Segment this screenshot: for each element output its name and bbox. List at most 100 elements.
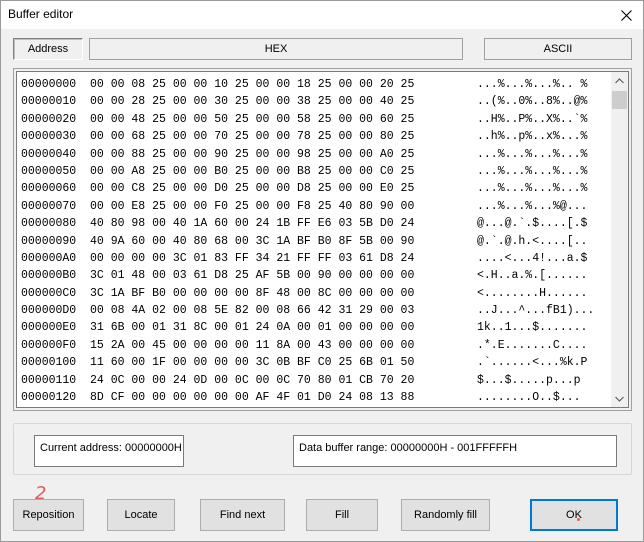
hex-row[interactable]: 000000C0 3C 1A BF B0 00 00 00 00 8F 48 00… bbox=[21, 285, 611, 302]
hex-row-ascii[interactable]: ...%...%...%...% bbox=[477, 163, 587, 180]
hex-row[interactable]: 00000110 24 0C 00 00 24 0D 00 0C 00 0C 70… bbox=[21, 372, 611, 389]
hex-row-ascii[interactable]: ..J...^...fB1)... bbox=[477, 302, 594, 319]
vertical-scrollbar[interactable] bbox=[611, 72, 628, 407]
current-address-field: Current address: 00000000H bbox=[34, 435, 184, 467]
hex-row-address: 00000010 bbox=[21, 95, 77, 109]
hex-row-bytes[interactable]: 31 6B 00 01 31 8C 00 01 24 0A 00 01 00 0… bbox=[90, 319, 477, 336]
hex-row-ascii[interactable]: @.`.@.h.<....[.. bbox=[477, 233, 587, 250]
hex-row[interactable]: 000000E0 31 6B 00 01 31 8C 00 01 24 0A 00… bbox=[21, 319, 611, 336]
hex-row-address: 000000E0 bbox=[21, 321, 77, 335]
hex-row-address: 00000070 bbox=[21, 199, 77, 213]
close-icon bbox=[620, 9, 632, 21]
hex-row[interactable]: 00000070 00 00 E8 25 00 00 F0 25 00 00 F8… bbox=[21, 198, 611, 215]
hex-row-bytes[interactable]: 00 00 28 25 00 00 30 25 00 00 38 25 00 0… bbox=[90, 93, 477, 110]
current-address-text: Current address: 00000000H bbox=[40, 442, 182, 454]
hex-row-ascii[interactable]: .`......<...%k.P bbox=[477, 354, 587, 371]
hex-row-ascii[interactable]: <.H..a.%.[...... bbox=[477, 267, 587, 284]
hex-row[interactable]: 00000080 40 80 98 00 40 1A 60 00 24 1B FF… bbox=[21, 215, 611, 232]
hex-row-ascii[interactable]: .*.E.......C.... bbox=[477, 337, 587, 354]
hex-row-bytes[interactable]: 40 80 98 00 40 1A 60 00 24 1B FF E6 03 5… bbox=[90, 215, 477, 232]
hex-row[interactable]: 00000100 11 60 00 1F 00 00 00 00 3C 0B BF… bbox=[21, 354, 611, 371]
window-title: Buffer editor bbox=[8, 7, 74, 21]
buffer-editor-window: Buffer editor Address HEX ASCII 00000000… bbox=[0, 0, 644, 542]
hex-row-address: 00000040 bbox=[21, 147, 77, 161]
address-column-header: Address bbox=[13, 38, 83, 60]
hex-row[interactable]: 00000040 00 00 88 25 00 00 90 25 00 00 98… bbox=[21, 146, 611, 163]
hex-row-ascii[interactable]: ...%...%...%...% bbox=[477, 146, 587, 163]
fill-button[interactable]: Fill bbox=[306, 499, 378, 531]
hex-row[interactable]: 00000050 00 00 A8 25 00 00 B0 25 00 00 B8… bbox=[21, 163, 611, 180]
annotation-mark: 2 bbox=[35, 483, 47, 504]
hex-row-address: 00000120 bbox=[21, 391, 77, 405]
hex-row-bytes[interactable]: 00 00 E8 25 00 00 F0 25 00 00 F8 25 40 8… bbox=[90, 198, 477, 215]
hex-column-header: HEX bbox=[89, 38, 463, 60]
scroll-down-button[interactable] bbox=[611, 390, 628, 407]
hex-row[interactable]: 000000A0 00 00 00 00 3C 01 83 FF 34 21 FF… bbox=[21, 250, 611, 267]
info-panel: Current address: 00000000H Data buffer r… bbox=[13, 423, 632, 475]
hex-row[interactable]: 000000F0 15 2A 00 45 00 00 00 00 11 8A 00… bbox=[21, 337, 611, 354]
hex-row-bytes[interactable]: 24 0C 00 00 24 0D 00 0C 00 0C 70 80 01 C… bbox=[90, 372, 477, 389]
title-bar: Buffer editor bbox=[1, 1, 643, 29]
hex-row-ascii[interactable]: $...$.....p...p bbox=[477, 372, 587, 389]
find-next-button[interactable]: Find next bbox=[200, 499, 285, 531]
hex-row[interactable]: 00000000 00 00 08 25 00 00 10 25 00 00 18… bbox=[21, 76, 611, 93]
hex-lines[interactable]: 00000000 00 00 08 25 00 00 10 25 00 00 18… bbox=[21, 76, 611, 406]
hex-row-bytes[interactable]: 00 08 4A 02 00 08 5E 82 00 08 66 42 31 2… bbox=[90, 302, 477, 319]
hex-row[interactable]: 000000D0 00 08 4A 02 00 08 5E 82 00 08 66… bbox=[21, 302, 611, 319]
scroll-thumb[interactable] bbox=[612, 91, 627, 109]
hex-row[interactable]: 00000120 8D CF 00 00 00 00 00 00 AF 4F 01… bbox=[21, 389, 611, 406]
hex-row-ascii[interactable]: ........O..$... bbox=[477, 389, 581, 406]
hex-row-bytes[interactable]: 00 00 A8 25 00 00 B0 25 00 00 B8 25 00 0… bbox=[90, 163, 477, 180]
hex-row-bytes[interactable]: 00 00 48 25 00 00 50 25 00 00 58 25 00 0… bbox=[90, 111, 477, 128]
hex-row-ascii[interactable]: 1k..1...$....... bbox=[477, 319, 587, 336]
ok-button[interactable]: OK bbox=[530, 499, 618, 531]
hex-header-label: HEX bbox=[264, 43, 288, 55]
hex-row-ascii[interactable]: ..(%..0%..8%..@% bbox=[477, 93, 587, 110]
hex-row-bytes[interactable]: 8D CF 00 00 00 00 00 00 AF 4F 01 D0 24 0… bbox=[90, 389, 477, 406]
hex-row-address: 00000100 bbox=[21, 356, 77, 370]
hex-row-address: 00000020 bbox=[21, 112, 77, 126]
hex-row-bytes[interactable]: 00 00 68 25 00 00 70 25 00 00 78 25 00 0… bbox=[90, 128, 477, 145]
hex-row-bytes[interactable]: 00 00 C8 25 00 00 D0 25 00 00 D8 25 00 0… bbox=[90, 180, 477, 197]
hex-row-ascii[interactable]: ...%...%...%@... bbox=[477, 198, 587, 215]
scroll-up-button[interactable] bbox=[611, 72, 628, 89]
hex-row-ascii[interactable]: ....<...4!...a.$ bbox=[477, 250, 587, 267]
hex-row-address: 000000D0 bbox=[21, 304, 77, 318]
hex-row-address: 00000080 bbox=[21, 217, 77, 231]
hex-row-bytes[interactable]: 00 00 88 25 00 00 90 25 00 00 98 25 00 0… bbox=[90, 146, 477, 163]
hex-row[interactable]: 000000B0 3C 01 48 00 03 61 D8 25 AF 5B 00… bbox=[21, 267, 611, 284]
hex-row-bytes[interactable]: 3C 1A BF B0 00 00 00 00 8F 48 00 8C 00 0… bbox=[90, 285, 477, 302]
hex-row-bytes[interactable]: 00 00 00 00 3C 01 83 FF 34 21 FF FF 03 6… bbox=[90, 250, 477, 267]
address-header-label: Address bbox=[27, 43, 69, 55]
hex-row-ascii[interactable]: ...%...%...%...% bbox=[477, 180, 587, 197]
hex-view-panel: 00000000 00 00 08 25 00 00 10 25 00 00 18… bbox=[13, 68, 632, 411]
hex-row-address: 000000F0 bbox=[21, 338, 77, 352]
hex-row[interactable]: 00000020 00 00 48 25 00 00 50 25 00 00 58… bbox=[21, 111, 611, 128]
hex-view[interactable]: 00000000 00 00 08 25 00 00 10 25 00 00 18… bbox=[16, 71, 629, 408]
locate-button[interactable]: Locate bbox=[107, 499, 175, 531]
hex-row-bytes[interactable]: 00 00 08 25 00 00 10 25 00 00 18 25 00 0… bbox=[90, 76, 477, 93]
hex-row-ascii[interactable]: ...%...%...%.. % bbox=[477, 76, 587, 93]
hex-row[interactable]: 00000030 00 00 68 25 00 00 70 25 00 00 78… bbox=[21, 128, 611, 145]
close-button[interactable] bbox=[609, 1, 643, 29]
hex-row-address: 000000B0 bbox=[21, 269, 77, 283]
hex-row-ascii[interactable]: <........H...... bbox=[477, 285, 587, 302]
hex-row[interactable]: 00000010 00 00 28 25 00 00 30 25 00 00 38… bbox=[21, 93, 611, 110]
hex-row[interactable]: 00000060 00 00 C8 25 00 00 D0 25 00 00 D8… bbox=[21, 180, 611, 197]
hex-row[interactable]: 00000090 40 9A 60 00 40 80 68 00 3C 1A BF… bbox=[21, 233, 611, 250]
hex-row-bytes[interactable]: 11 60 00 1F 00 00 00 00 3C 0B BF C0 25 6… bbox=[90, 354, 477, 371]
ascii-column-header: ASCII bbox=[484, 38, 632, 60]
hex-row-address: 00000110 bbox=[21, 373, 77, 387]
hex-row-bytes[interactable]: 3C 01 48 00 03 61 D8 25 AF 5B 00 90 00 0… bbox=[90, 267, 477, 284]
reposition-button[interactable]: Reposition bbox=[13, 499, 84, 531]
hex-row-ascii[interactable]: ..h%..p%..x%...% bbox=[477, 128, 587, 145]
hex-row-ascii[interactable]: ..H%..P%..X%..`% bbox=[477, 111, 587, 128]
hex-row-address: 00000090 bbox=[21, 234, 77, 248]
hex-row-address: 000000C0 bbox=[21, 286, 77, 300]
hex-row-ascii[interactable]: @...@.`.$....[.$ bbox=[477, 215, 587, 232]
hex-row-bytes[interactable]: 15 2A 00 45 00 00 00 00 11 8A 00 43 00 0… bbox=[90, 337, 477, 354]
hex-row-bytes[interactable]: 40 9A 60 00 40 80 68 00 3C 1A BF B0 8F 5… bbox=[90, 233, 477, 250]
randomly-fill-button[interactable]: Randomly fill bbox=[401, 499, 490, 531]
hex-row-address: 00000050 bbox=[21, 164, 77, 178]
hex-row-address: 00000000 bbox=[21, 78, 77, 91]
